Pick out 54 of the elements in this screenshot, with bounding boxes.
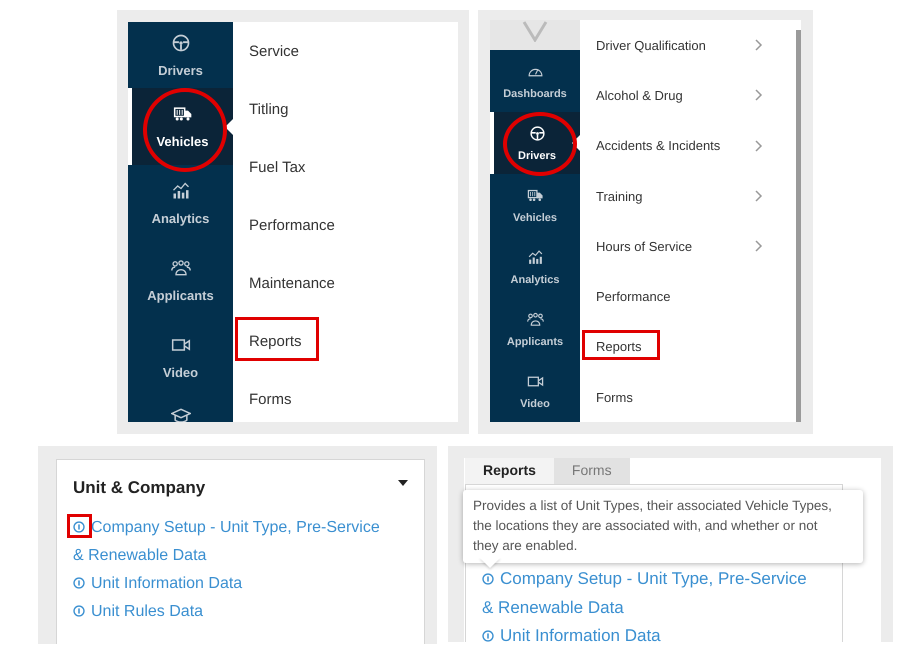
sidebar-item[interactable]: Dashboards (490, 50, 580, 112)
steering-wheel-icon (528, 124, 546, 142)
menu-item[interactable]: Maintenance (233, 254, 458, 312)
sidebar-label: Video (520, 398, 550, 410)
info-icon[interactable] (73, 521, 85, 533)
sidebar-label: Applicants (506, 336, 564, 348)
sidebar-label: Drivers (518, 150, 556, 162)
people-icon (170, 258, 190, 278)
selection-pointer (225, 118, 234, 136)
info-icon[interactable] (73, 577, 85, 589)
card-title: Unit & Company (73, 478, 206, 498)
menu-item[interactable]: Driver Qualification (580, 20, 781, 70)
tooltip: Provides a list of Unit Types, their associated Vehicle Types, the locations they are associated with, and whether or not they are enabled. (463, 490, 863, 563)
info-icon[interactable] (482, 573, 494, 585)
menu-item[interactable]: Titling (233, 80, 458, 138)
menu-item[interactable]: Forms (580, 372, 781, 422)
chart-icon (170, 181, 190, 201)
menu-item[interactable]: Service (233, 22, 458, 80)
caret-down-icon[interactable] (398, 480, 408, 486)
sidebar-label: Vehicles (156, 134, 209, 149)
sidebar-item[interactable]: Applicants (490, 298, 580, 360)
sidebar-item[interactable]: Drivers (128, 22, 233, 88)
menu-item[interactable]: Performance (580, 271, 781, 322)
sidebar-item[interactable]: Vehicles (490, 174, 580, 236)
menu-item[interactable]: Fuel Tax (233, 138, 458, 196)
chart-icon (526, 248, 544, 266)
logo-icon (520, 20, 550, 42)
tab[interactable]: Reports (465, 458, 554, 484)
sidebar-label: Applicants (147, 288, 214, 303)
menu-item[interactable]: Forms (233, 370, 458, 422)
info-icon[interactable] (482, 630, 494, 642)
people-icon (526, 310, 544, 328)
sidebar-item[interactable]: Applicants (128, 242, 233, 319)
menu-item[interactable]: Hours of Service (580, 221, 781, 272)
menu-item[interactable]: Reports (580, 322, 781, 372)
menu-item[interactable]: Performance (233, 196, 458, 254)
sidebar-item[interactable]: Analytics (128, 165, 233, 242)
sidebar-item[interactable]: Analytics (490, 236, 580, 298)
sidebar-label: Analytics (510, 274, 560, 286)
info-icon[interactable] (73, 605, 85, 617)
sidebar-item[interactable]: Video (490, 360, 580, 422)
menu-item[interactable]: Accidents & Incidents (580, 120, 781, 171)
sidebar-item[interactable]: Video (128, 319, 233, 396)
menu-item[interactable]: Alcohol & Drug (580, 70, 781, 121)
sidebar-label: Vehicles (512, 212, 558, 224)
cap-icon (170, 406, 190, 422)
menu-item[interactable]: Reports (233, 312, 458, 370)
sidebar-label: Video (162, 365, 198, 380)
sidebar-label: Drivers (158, 62, 203, 78)
sidebar-label: Dashboards (503, 88, 567, 100)
sidebar-item[interactable]: Drivers (490, 112, 580, 174)
steering-wheel-icon (170, 32, 190, 52)
menu-item[interactable]: Training (580, 170, 781, 222)
sidebar-label: Analytics (152, 211, 210, 226)
